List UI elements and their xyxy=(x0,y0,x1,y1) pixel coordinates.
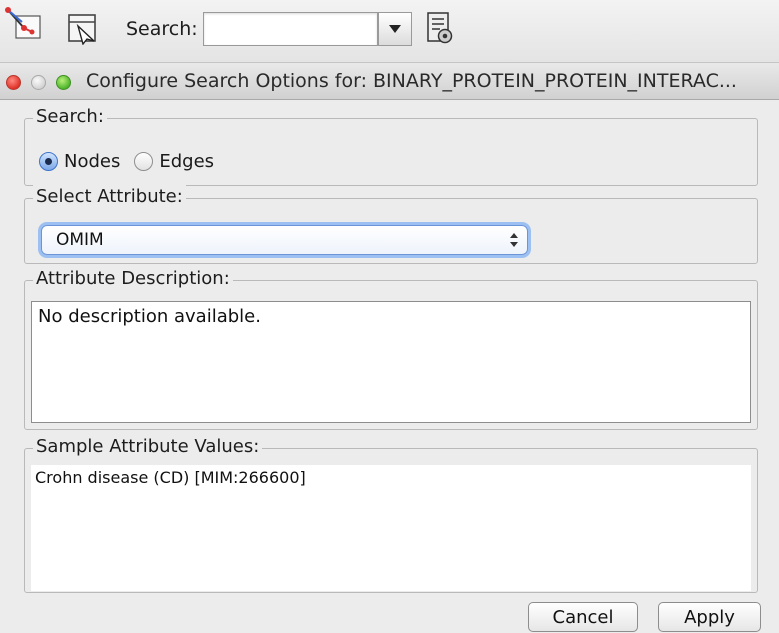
search-dropdown-button[interactable] xyxy=(378,12,412,46)
apply-button[interactable]: Apply xyxy=(658,602,761,632)
cancel-button[interactable]: Cancel xyxy=(528,602,638,632)
close-window-button[interactable] xyxy=(6,75,21,90)
up-down-arrows-icon xyxy=(510,233,518,247)
document-settings-icon[interactable] xyxy=(424,11,456,47)
network-icon[interactable] xyxy=(2,6,42,40)
sample-values-list[interactable]: Crohn disease (CD) [MIM:266600] xyxy=(31,465,751,591)
attribute-select-value: OMIM xyxy=(56,230,104,250)
toolbar: Search: xyxy=(0,0,779,62)
sample-values-label: Sample Attribute Values: xyxy=(33,435,263,459)
attribute-description-group: Attribute Description: No description av… xyxy=(24,267,758,430)
sample-values-group: Sample Attribute Values: Crohn disease (… xyxy=(24,435,758,593)
select-icon[interactable] xyxy=(66,11,100,45)
attribute-description-text: No description available. xyxy=(38,306,261,327)
search-input[interactable] xyxy=(203,12,378,46)
search-type-group: Search: Nodes Edges xyxy=(24,105,758,186)
select-attribute-group: Select Attribute: OMIM xyxy=(24,185,758,264)
select-attribute-label: Select Attribute: xyxy=(33,185,186,209)
list-item[interactable]: Crohn disease (CD) [MIM:266600] xyxy=(31,465,751,491)
attribute-description-textarea[interactable]: No description available. xyxy=(31,301,751,423)
window-titlebar: Configure Search Options for: BINARY_PRO… xyxy=(0,62,779,100)
dropdown-arrow-icon xyxy=(389,25,401,33)
edges-radio[interactable] xyxy=(134,152,154,171)
attribute-description-label: Attribute Description: xyxy=(33,267,233,291)
attribute-select[interactable]: OMIM xyxy=(41,225,528,255)
maximize-window-button[interactable] xyxy=(56,75,71,90)
search-label: Search: xyxy=(126,18,198,40)
minimize-window-button[interactable] xyxy=(31,75,46,90)
nodes-radio[interactable] xyxy=(39,152,58,171)
window-title: Configure Search Options for: BINARY_PRO… xyxy=(86,70,737,92)
search-group-label: Search: xyxy=(33,105,107,129)
nodes-radio-label[interactable]: Nodes xyxy=(64,151,120,172)
edges-radio-label[interactable]: Edges xyxy=(159,151,214,172)
